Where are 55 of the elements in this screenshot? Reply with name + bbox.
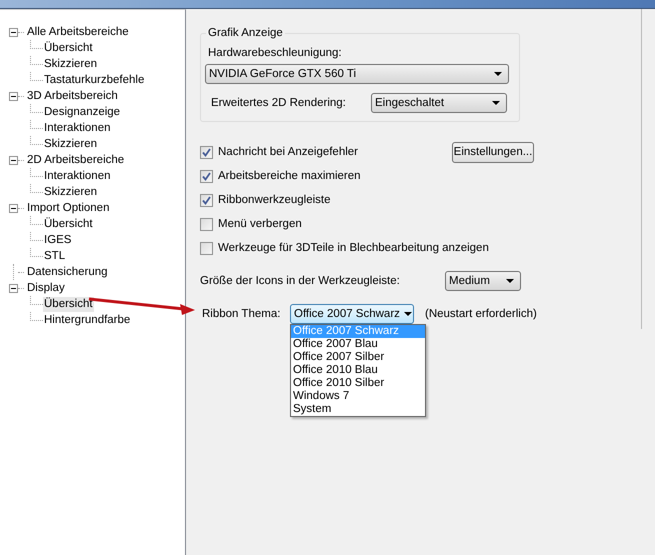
collapse-icon[interactable] — [9, 92, 18, 100]
collapse-icon[interactable] — [9, 204, 18, 212]
group-title: Grafik Anzeige — [206, 27, 285, 39]
tree-item[interactable]: 3D Arbeitsbereich — [26, 88, 119, 104]
tree-item[interactable]: Skizzieren — [43, 56, 98, 72]
settings-button[interactable]: Einstellungen... — [452, 142, 534, 162]
collapse-icon[interactable] — [9, 156, 18, 164]
tree-item[interactable]: Interaktionen — [43, 120, 112, 136]
dropdown-option[interactable]: Office 2007 Silber — [291, 351, 425, 364]
checkbox-label: Arbeitsbereiche maximieren — [218, 170, 361, 182]
caret-icon — [492, 101, 500, 105]
dropdown[interactable]: NVIDIA GeForce GTX 560 Ti — [205, 64, 509, 84]
dropdown-option[interactable]: Windows 7 — [291, 390, 425, 403]
field-label: Erweitertes 2D Rendering: — [211, 97, 347, 109]
tree-item[interactable]: Übersicht — [43, 296, 94, 312]
tree-item[interactable]: Übersicht — [43, 216, 94, 232]
checkbox-label: Menü verbergen — [218, 218, 302, 230]
dropdown[interactable]: Office 2007 Schwarz — [290, 304, 414, 324]
field-label: Ribbon Thema: — [201, 308, 282, 320]
collapse-icon[interactable] — [9, 284, 18, 292]
hint-text: (Neustart erforderlich) — [425, 308, 537, 320]
checkbox-label: Nachricht bei Anzeigefehler — [218, 146, 358, 158]
field-label: Hardwarebeschleunigung: — [208, 47, 343, 59]
tree-item[interactable]: Skizzieren — [43, 184, 98, 200]
tree-item[interactable]: Übersicht — [43, 40, 94, 56]
dropdown-option[interactable]: Office 2010 Silber — [291, 377, 425, 390]
dropdown[interactable]: Eingeschaltet — [371, 93, 507, 113]
checkbox[interactable] — [200, 218, 213, 230]
checkbox[interactable] — [200, 170, 213, 182]
dropdown-option[interactable]: Office 2010 Blau — [291, 364, 425, 377]
tree-item[interactable]: IGES — [43, 232, 72, 248]
tree-item[interactable]: Designanzeige — [43, 104, 122, 120]
collapse-icon[interactable] — [9, 28, 18, 36]
checkbox-label: Werkzeuge für 3DTeile in Blechbearbeitung anzeigen — [218, 242, 489, 254]
tree-item[interactable]: STL — [43, 248, 66, 264]
tree-item[interactable]: Tastaturkurzbefehle — [43, 72, 146, 88]
tree-item[interactable]: Datensicherung — [26, 264, 109, 280]
field-label: Größe der Icons in der Werkzeugleiste: — [200, 275, 401, 287]
tree-item[interactable]: Interaktionen — [43, 168, 112, 184]
checkbox[interactable] — [200, 146, 213, 158]
checkbox-label: Ribbonwerkzeugleiste — [218, 194, 331, 206]
dropdown-option[interactable]: Office 2007 Blau — [291, 338, 425, 351]
caret-icon — [404, 312, 412, 316]
tree-item[interactable]: 2D Arbeitsbereiche — [26, 152, 126, 168]
dropdown[interactable]: Medium — [445, 271, 521, 291]
tree-item[interactable]: Hintergrundfarbe — [43, 312, 132, 328]
checkbox[interactable] — [200, 194, 213, 206]
dropdown-option[interactable]: System — [291, 403, 425, 416]
tree-item[interactable]: Display — [26, 280, 66, 296]
checkbox[interactable] — [200, 242, 213, 254]
caret-icon — [506, 279, 514, 283]
caret-icon — [494, 72, 502, 76]
tree-item[interactable]: Import Optionen — [26, 200, 110, 216]
tree-item[interactable]: Alle Arbeitsbereiche — [26, 24, 130, 40]
tree-item[interactable]: Skizzieren — [43, 136, 98, 152]
